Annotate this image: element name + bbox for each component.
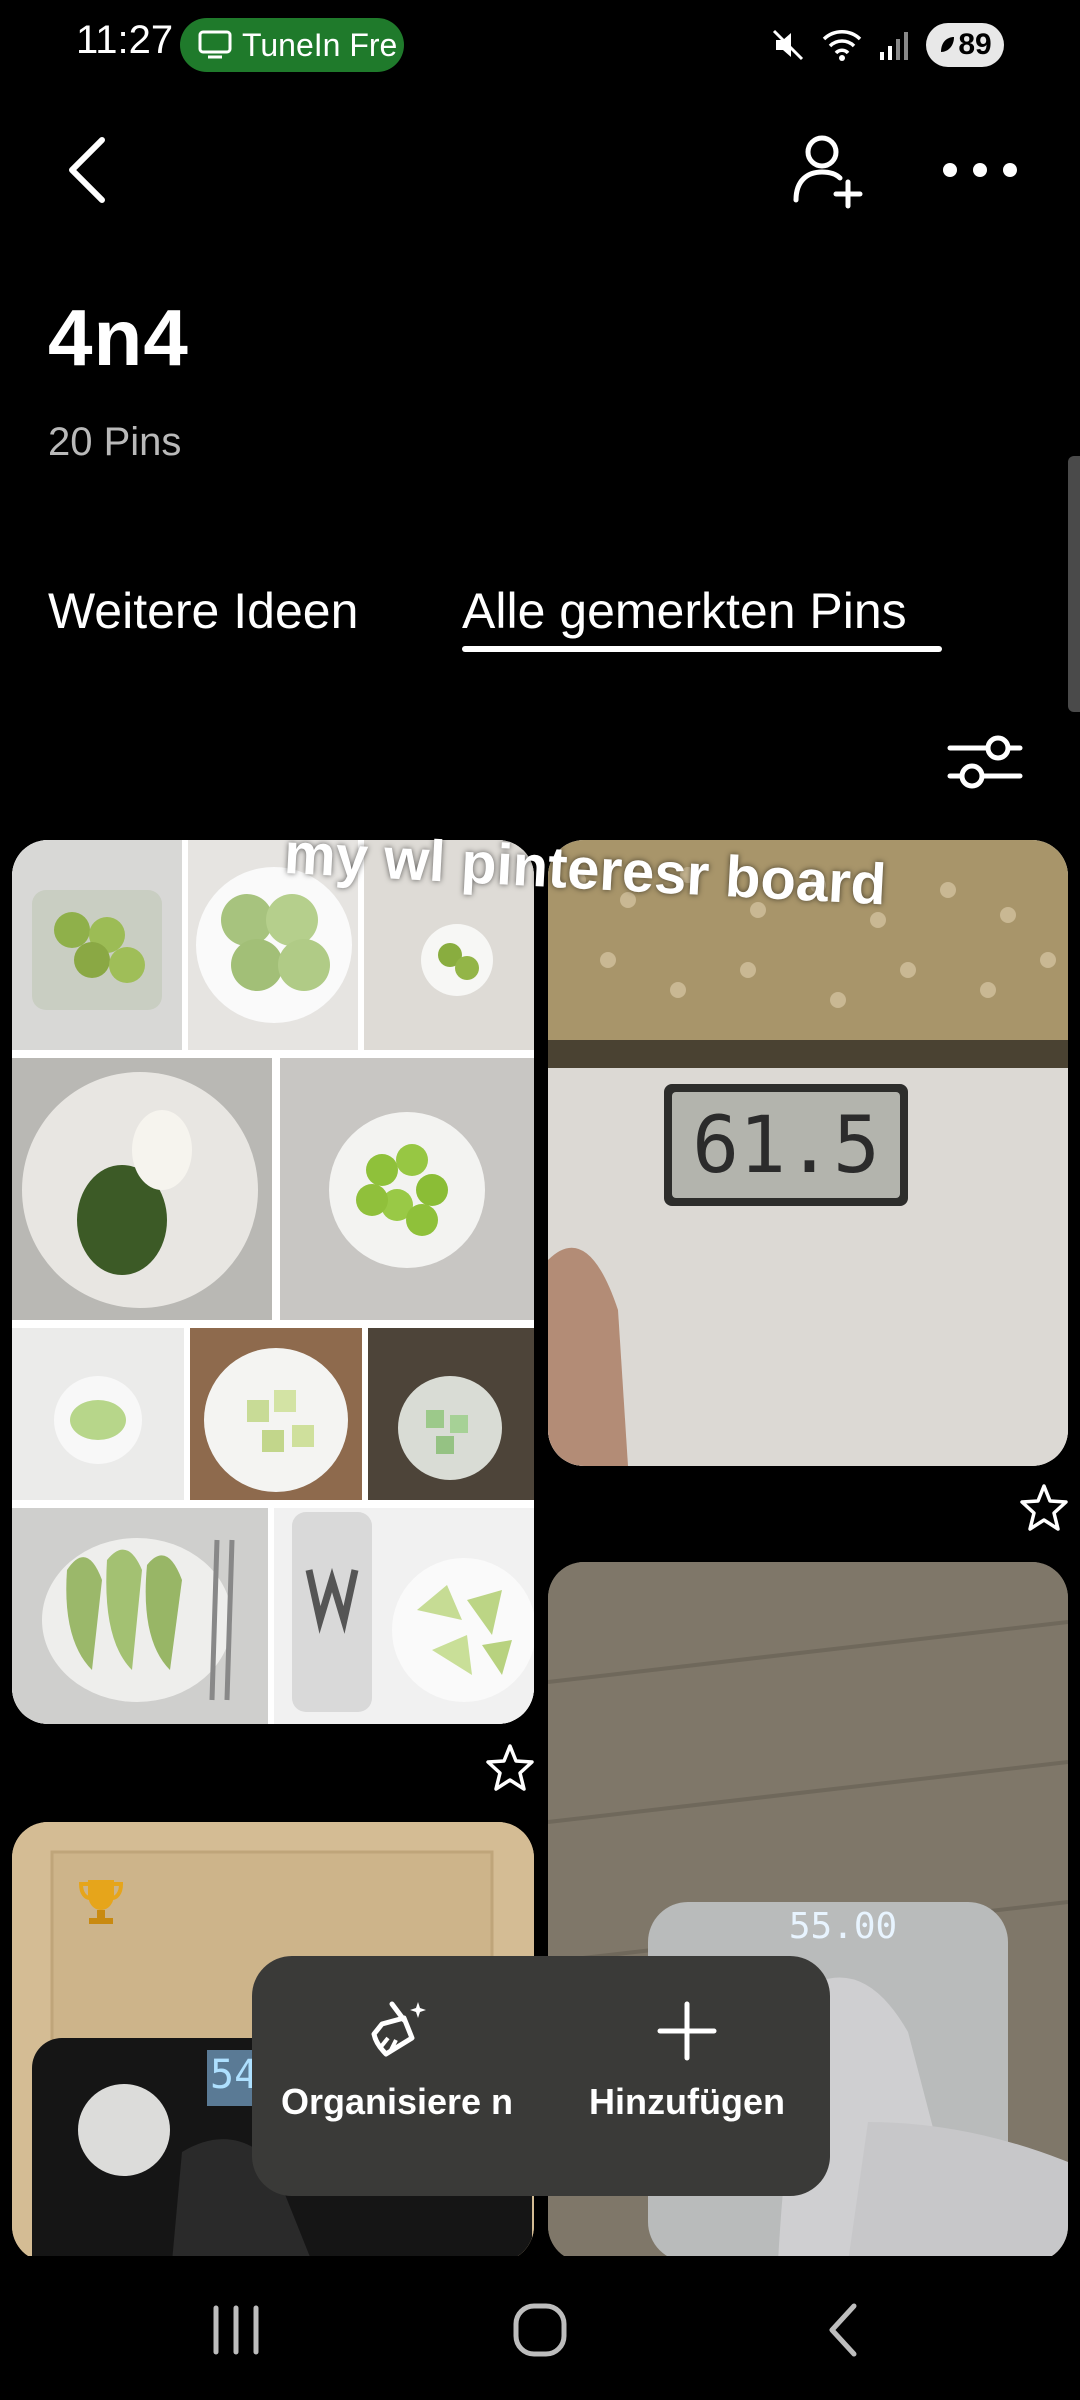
broom-sparkle-icon xyxy=(371,2001,426,2057)
battery-indicator: 89 xyxy=(926,23,1004,67)
add-collaborator-button[interactable] xyxy=(790,130,870,210)
filter-button[interactable] xyxy=(946,730,1024,794)
green-food-collage-image xyxy=(12,840,534,1724)
active-tab-underline xyxy=(462,646,942,652)
pin-scale-photo-1[interactable]: 61.5 xyxy=(548,840,1068,1466)
status-bar: 11:27 TuneIn Fre 89 xyxy=(0,0,1080,90)
back-button[interactable] xyxy=(56,130,126,210)
system-navigation-bar xyxy=(0,2256,1080,2400)
tab-more-ideas[interactable]: Weitere Ideen xyxy=(48,582,358,640)
organize-button[interactable]: Organisiere n xyxy=(252,1956,542,2196)
mute-icon xyxy=(772,29,804,61)
notification-pill-text: TuneIn Fre xyxy=(242,26,398,63)
home-icon xyxy=(513,2303,567,2357)
battery-level: 89 xyxy=(958,28,992,61)
favorite-star-button[interactable] xyxy=(1018,1482,1070,1534)
sliders-icon xyxy=(947,735,1023,789)
floating-action-bar: Organisiere n Hinzufügen xyxy=(252,1956,830,2196)
tab-all-saved-pins[interactable]: Alle gemerkten Pins xyxy=(462,582,907,640)
add-label: Hinzufügen xyxy=(589,2081,785,2122)
chevron-left-icon xyxy=(69,137,105,203)
scale-display-reading: 61.5 xyxy=(692,1101,880,1191)
scrollbar[interactable] xyxy=(1068,456,1080,712)
add-button[interactable]: Hinzufügen xyxy=(542,1956,832,2196)
tunein-notification-pill[interactable]: TuneIn Fre xyxy=(180,18,404,72)
status-icons: 89 xyxy=(770,20,1004,70)
recent-apps-button[interactable] xyxy=(196,2300,276,2360)
status-time: 11:27 xyxy=(76,18,174,62)
home-button[interactable] xyxy=(500,2300,580,2360)
trophy-icon xyxy=(78,1880,124,1924)
signal-icon xyxy=(880,32,908,60)
organize-label: Organisiere n xyxy=(280,2081,514,2122)
recent-apps-icon xyxy=(213,2305,259,2355)
add-person-icon xyxy=(793,135,863,209)
pin-green-food-collage[interactable] xyxy=(12,840,534,1724)
favorite-star-button[interactable] xyxy=(484,1742,536,1794)
battery-saver-icon xyxy=(941,37,955,52)
system-back-button[interactable] xyxy=(804,2300,884,2360)
plus-icon xyxy=(657,2001,717,2061)
wifi-icon xyxy=(822,30,862,61)
scale-display-reading: 55.00 xyxy=(788,1906,898,1947)
star-outline-icon xyxy=(486,1744,534,1791)
star-outline-icon xyxy=(1020,1484,1068,1531)
monitor-icon xyxy=(198,30,232,59)
board-title: 4n4 xyxy=(48,293,189,382)
chevron-left-icon xyxy=(829,2303,857,2357)
more-options-button[interactable] xyxy=(940,140,1020,200)
more-dots-icon xyxy=(943,163,1017,177)
pin-count: 20 Pins xyxy=(48,420,182,464)
